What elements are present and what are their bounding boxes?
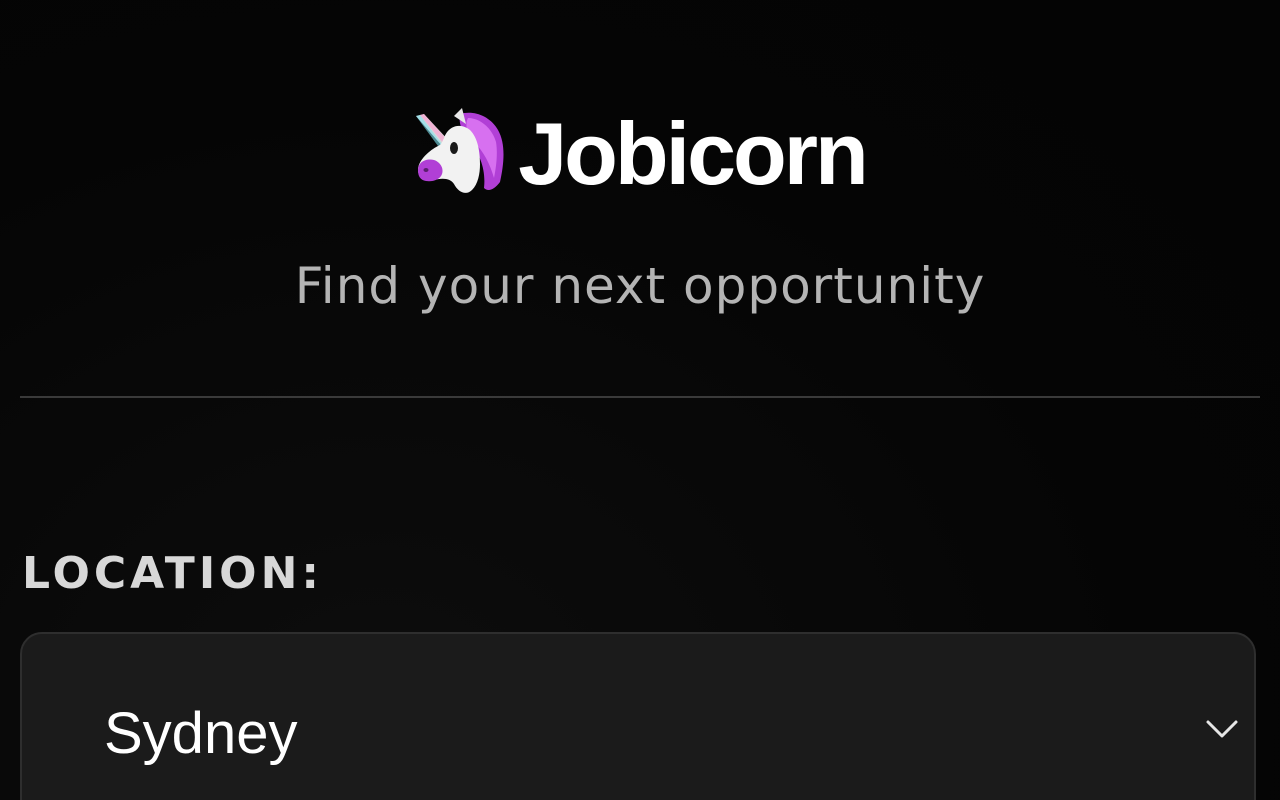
chevron-down-icon[interactable] bbox=[1202, 714, 1242, 744]
page: Jobicorn Find your next opportunity LOCA… bbox=[0, 0, 1280, 800]
tagline: Find your next opportunity bbox=[294, 257, 986, 315]
location-label: LOCATION: bbox=[22, 548, 324, 599]
unicorn-icon bbox=[414, 108, 508, 196]
location-selected-value: Sydney bbox=[104, 701, 298, 766]
brand-header: Jobicorn bbox=[0, 106, 1280, 202]
location-select[interactable]: Sydney bbox=[20, 632, 1256, 800]
divider bbox=[20, 396, 1260, 398]
brand-name: Jobicorn bbox=[518, 104, 869, 203]
